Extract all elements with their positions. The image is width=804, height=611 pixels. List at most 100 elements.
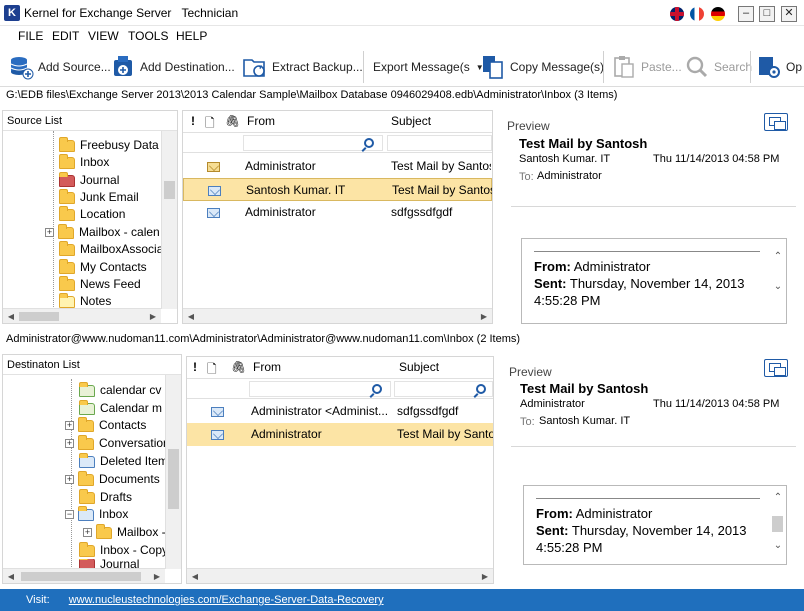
message-row-selected[interactable]: Santosh Kumar. IT Test Mail by Santosh xyxy=(183,178,492,201)
french-flag-icon[interactable] xyxy=(690,7,704,21)
message-list-hscrollbar[interactable]: ◀ ▶ xyxy=(187,568,493,583)
source-tree-item[interactable]: Journal xyxy=(59,171,119,189)
message-subject: Test Mail by Santosh xyxy=(391,159,491,173)
scroll-thumb[interactable] xyxy=(772,516,783,532)
menu-view[interactable]: VIEW xyxy=(88,29,119,43)
type-column-icon[interactable]: 🗋 xyxy=(207,360,217,381)
source-tree-hscrollbar[interactable]: ◀ ▶ xyxy=(3,308,161,323)
message-list-hscrollbar[interactable]: ◀ ▶ xyxy=(183,308,492,323)
message-row[interactable]: Administrator <Administ... sdfgssdfgdf xyxy=(187,400,493,423)
paste-button[interactable]: Paste... xyxy=(611,51,682,83)
scroll-left-icon[interactable]: ◀ xyxy=(183,309,199,323)
source-tree-item[interactable]: + Mailbox - calen xyxy=(45,223,160,241)
destination-tree-hscrollbar[interactable]: ◀ ▶ xyxy=(3,568,165,583)
preview-toggle-button[interactable] xyxy=(764,359,788,377)
destination-tree-item[interactable]: Calendar m xyxy=(79,399,162,417)
minimize-button[interactable]: – xyxy=(738,6,754,22)
expand-icon[interactable]: + xyxy=(83,528,92,537)
importance-column-icon[interactable]: ! xyxy=(193,360,197,374)
destination-tree-vscrollbar[interactable] xyxy=(165,375,181,569)
message-row[interactable]: Administrator sdfgssdfgdf xyxy=(183,201,492,224)
preview-to: Administrator xyxy=(537,170,602,182)
german-flag-icon[interactable] xyxy=(711,7,725,21)
subject-filter-input[interactable] xyxy=(394,381,493,397)
scroll-thumb[interactable] xyxy=(168,449,179,509)
preview-toggle-button[interactable] xyxy=(764,113,788,131)
menu-file[interactable]: FILE xyxy=(18,29,43,43)
destination-tree-item[interactable]: − Inbox xyxy=(65,505,128,523)
source-tree-item[interactable]: My Contacts xyxy=(59,258,147,276)
scroll-right-icon[interactable]: ▶ xyxy=(149,569,165,583)
destination-tree-item[interactable]: + Documents xyxy=(65,470,160,488)
from-column-header[interactable]: From xyxy=(247,114,275,128)
scroll-down-icon[interactable]: ⌄ xyxy=(770,538,786,554)
search-button[interactable]: Search xyxy=(684,51,752,83)
destination-tree-item[interactable]: + Contacts xyxy=(65,416,146,434)
menu-bar: FILE EDIT VIEW TOOLS HELP xyxy=(0,26,804,46)
add-source-button[interactable]: Add Source... xyxy=(8,51,111,83)
menu-edit[interactable]: EDIT xyxy=(52,29,79,43)
destination-tree-item[interactable]: calendar cv xyxy=(79,381,161,399)
scroll-left-icon[interactable]: ◀ xyxy=(3,569,19,583)
options-button[interactable]: Op xyxy=(756,51,802,83)
scroll-left-icon[interactable]: ◀ xyxy=(187,569,203,583)
collapse-icon[interactable]: − xyxy=(65,510,74,519)
subject-column-header[interactable]: Subject xyxy=(399,360,439,374)
scroll-thumb[interactable] xyxy=(19,312,59,321)
english-flag-icon[interactable] xyxy=(670,7,684,21)
menu-help[interactable]: HELP xyxy=(176,29,207,43)
from-filter-input[interactable] xyxy=(249,381,391,397)
source-tree-item[interactable]: Freebusy Data xyxy=(59,136,159,154)
close-button[interactable]: ✕ xyxy=(781,6,797,22)
expand-icon[interactable]: + xyxy=(65,439,74,448)
website-link[interactable]: www.nucleustechnologies.com/Exchange-Ser… xyxy=(69,594,384,606)
type-column-icon[interactable]: 🗋 xyxy=(205,114,215,135)
folder-icon xyxy=(58,223,74,239)
from-filter-input[interactable] xyxy=(243,135,383,151)
expand-icon[interactable]: + xyxy=(45,228,54,237)
scroll-right-icon[interactable]: ▶ xyxy=(477,569,493,583)
maximize-button[interactable]: □ xyxy=(759,6,775,22)
source-tree-item[interactable]: Location xyxy=(59,205,125,223)
copy-messages-button[interactable]: Copy Message(s) xyxy=(480,51,604,83)
destination-tree-item[interactable]: + Conversation xyxy=(65,434,170,452)
export-messages-button[interactable]: Export Message(s ▼ xyxy=(373,51,484,83)
scroll-right-icon[interactable]: ▶ xyxy=(145,309,161,323)
attachment-column-icon[interactable]: 🖇 xyxy=(225,114,240,128)
source-tree-vscrollbar[interactable] xyxy=(161,131,177,309)
preview-divider xyxy=(511,206,796,207)
envelope-open-icon xyxy=(208,186,221,196)
menu-tools[interactable]: TOOLS xyxy=(128,29,168,43)
source-tree-item[interactable]: Junk Email xyxy=(59,188,139,206)
expand-icon[interactable]: + xyxy=(65,475,74,484)
destination-tree-item[interactable]: + Mailbox - xyxy=(83,523,166,541)
destination-message-list: ! 🗋 🖇 From Subject Administrator <Admini… xyxy=(186,356,494,584)
scroll-thumb[interactable] xyxy=(21,572,141,581)
deleted-items-icon xyxy=(79,452,95,468)
window-title: Kernel for Exchange Server Technician xyxy=(24,6,239,20)
scroll-up-icon[interactable]: ⌃ xyxy=(770,490,786,506)
add-destination-button[interactable]: Add Destination... xyxy=(110,51,235,83)
message-row[interactable]: Administrator Test Mail by Santosh xyxy=(183,155,492,178)
subject-filter-input[interactable] xyxy=(387,135,492,151)
source-tree-item[interactable]: MailboxAssocia xyxy=(59,240,163,258)
attachment-column-icon[interactable]: 🖇 xyxy=(231,360,246,374)
scroll-up-icon[interactable]: ⌃ xyxy=(770,249,786,265)
scroll-right-icon[interactable]: ▶ xyxy=(476,309,492,323)
destination-tree-item[interactable]: Drafts xyxy=(79,488,132,506)
preview-vscrollbar[interactable]: ⌃ ⌄ xyxy=(770,239,786,323)
message-row-selected[interactable]: Administrator Test Mail by Santosh xyxy=(187,423,493,446)
destination-tree-item[interactable]: Deleted Item xyxy=(79,452,168,470)
scroll-thumb[interactable] xyxy=(164,181,175,199)
extract-backup-button[interactable]: Extract Backup... xyxy=(242,51,363,83)
scroll-down-icon[interactable]: ⌄ xyxy=(770,279,786,295)
expand-icon[interactable]: + xyxy=(65,421,74,430)
scroll-left-icon[interactable]: ◀ xyxy=(3,309,19,323)
importance-column-icon[interactable]: ! xyxy=(191,114,195,128)
subject-column-header[interactable]: Subject xyxy=(391,114,431,128)
from-column-header[interactable]: From xyxy=(253,360,281,374)
source-tree-item[interactable]: News Feed xyxy=(59,275,141,293)
source-tree-item[interactable]: Inbox xyxy=(59,153,109,171)
preview-vscrollbar[interactable]: ⌃ ⌄ xyxy=(770,486,786,564)
destination-tree-item[interactable]: Inbox - Copy xyxy=(79,541,168,559)
